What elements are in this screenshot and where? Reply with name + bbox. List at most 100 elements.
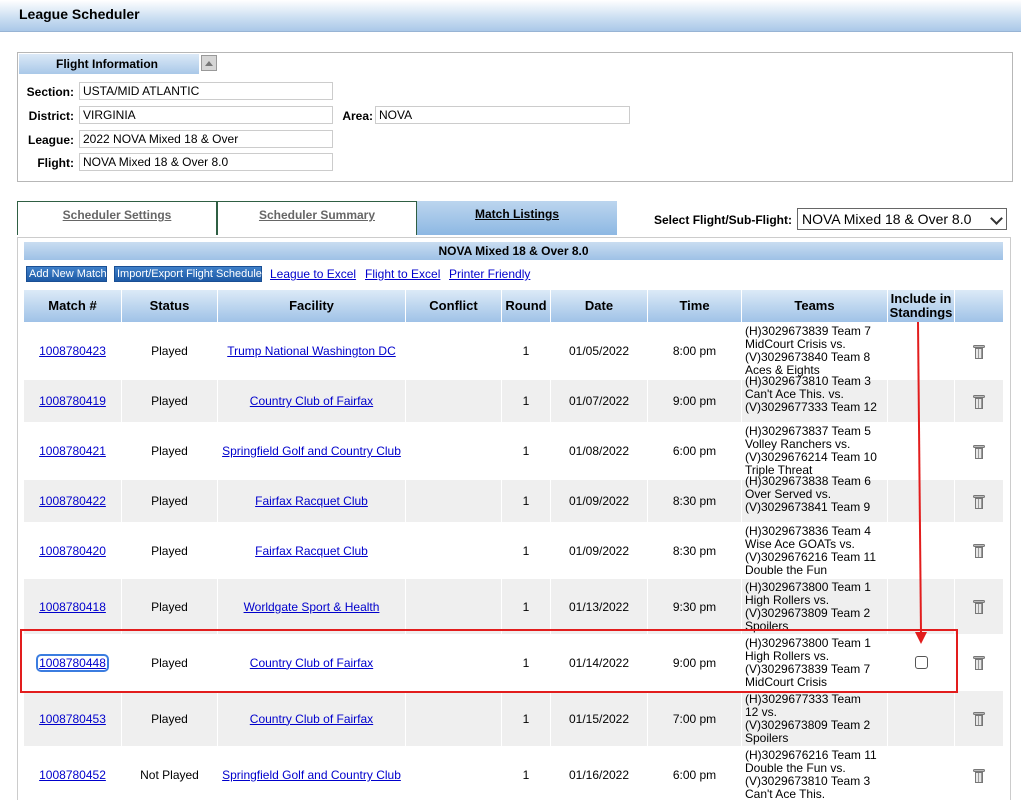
- teams-text: (H)3029673839 Team 7 MidCourt Crisis vs.(…: [745, 325, 871, 377]
- teams-line: (V)3029673809 Team 2: [745, 717, 871, 732]
- date-cell: 01/09/2022: [568, 543, 630, 558]
- import-export-button[interactable]: Import/Export Flight Schedule: [114, 266, 262, 282]
- facility-link[interactable]: Worldgate Sport & Health: [244, 600, 380, 614]
- teams-cell: (H)3029673839 Team 7 MidCourt Crisis vs.(…: [742, 323, 890, 379]
- trash-icon[interactable]: [973, 394, 985, 409]
- trash-icon[interactable]: [973, 599, 985, 614]
- delete-cell: [955, 691, 1003, 746]
- section-label: Section:: [26, 85, 74, 99]
- match-cell: 1008780452: [24, 747, 121, 803]
- league-field[interactable]: 2022 NOVA Mixed 18 & Over: [79, 130, 333, 148]
- trash-icon[interactable]: [973, 543, 985, 558]
- facility-link[interactable]: Fairfax Racquet Club: [255, 544, 368, 558]
- delete-cell: [955, 523, 1003, 578]
- status-cell: Played: [151, 711, 188, 726]
- add-new-match-button[interactable]: Add New Match: [26, 266, 107, 282]
- status-cell: Played: [151, 344, 188, 358]
- facility-cell: Country Club of Fairfax: [218, 380, 405, 422]
- teams-line: (V)3029677333 Team 12: [745, 400, 877, 414]
- flight-select[interactable]: NOVA Mixed 18 & Over 8.0: [797, 208, 1007, 230]
- facility-link[interactable]: Country Club of Fairfax: [250, 712, 373, 726]
- status-cell: Not Played: [140, 768, 199, 782]
- table-row: 1008780452 Not Played Springfield Golf and…: [24, 747, 1003, 803]
- col-header-round[interactable]: Round: [502, 290, 550, 322]
- facility-cell: Springfield Golf and Country Club: [218, 747, 405, 803]
- include-cell: [888, 747, 954, 803]
- flight-information-panel: Flight Information Section: USTA/MID ATL…: [17, 52, 1013, 182]
- match-link[interactable]: 1008780420: [39, 544, 106, 558]
- flight-select-value: NOVA Mixed 18 & Over 8.0: [802, 211, 972, 227]
- trash-icon[interactable]: [973, 711, 985, 726]
- table-row: 1008780423 Played Trump National Washingto…: [24, 323, 1003, 379]
- trash-icon[interactable]: [973, 655, 985, 670]
- teams-cell: (H)3029673810 Team 3 Can't Ace This. vs.(…: [742, 375, 890, 422]
- tab-scheduler-settings-link[interactable]: Scheduler Settings: [63, 208, 172, 222]
- match-link[interactable]: 1008780453: [39, 712, 106, 726]
- page-title: League Scheduler: [19, 6, 140, 22]
- col-header-conflict[interactable]: Conflict: [406, 290, 501, 322]
- match-link[interactable]: 1008780422: [39, 494, 106, 508]
- conflict-cell: [406, 579, 501, 634]
- conflict-cell: [406, 691, 501, 746]
- facility-link[interactable]: Country Club of Fairfax: [250, 394, 373, 408]
- col-header-match[interactable]: Match #: [24, 290, 121, 322]
- match-link[interactable]: 1008780419: [39, 394, 106, 408]
- time-cell: 8:00 pm: [672, 344, 717, 358]
- area-field[interactable]: NOVA: [375, 106, 630, 124]
- col-header-actions: [955, 290, 1003, 322]
- teams-line: (H)3029673800 Team 1: [745, 579, 871, 594]
- conflict-cell: [406, 480, 501, 522]
- match-cell: 1008780421: [24, 423, 121, 479]
- facility-link[interactable]: Springfield Golf and Country Club: [222, 768, 401, 782]
- col-header-time[interactable]: Time: [648, 290, 741, 322]
- teams-text: (H)3029673800 Team 1 High Rollers vs. (V)3…: [745, 579, 871, 633]
- area-label: Area:: [342, 109, 373, 123]
- col-header-facility[interactable]: Facility: [218, 290, 405, 322]
- round-cell: 1: [522, 494, 530, 508]
- col-header-teams[interactable]: Teams: [742, 290, 887, 322]
- printer-friendly-link[interactable]: Printer Friendly: [449, 267, 530, 281]
- league-to-excel-link[interactable]: League to Excel: [270, 267, 356, 281]
- teams-text: (H)3029673837 Team 5 Volley Ranchers vs.(…: [745, 425, 877, 477]
- table-row: 1008780418 Played Worldgate Sport & Health…: [24, 579, 1003, 634]
- collapse-icon[interactable]: [201, 55, 217, 71]
- trash-icon[interactable]: [973, 768, 985, 783]
- tab-scheduler-settings[interactable]: Scheduler Settings: [17, 201, 217, 235]
- conflict-cell: [406, 423, 501, 479]
- facility-link[interactable]: Springfield Golf and Country Club: [222, 444, 401, 458]
- section-field[interactable]: USTA/MID ATLANTIC: [79, 82, 333, 100]
- time-cell: 7:00 pm: [672, 711, 717, 726]
- col-header-date[interactable]: Date: [551, 290, 647, 322]
- district-label: District:: [28, 109, 74, 123]
- match-link[interactable]: 1008780418: [39, 600, 106, 614]
- trash-icon[interactable]: [973, 344, 985, 359]
- tab-scheduler-summary[interactable]: Scheduler Summary: [217, 201, 417, 235]
- flight-field[interactable]: NOVA Mixed 18 & Over 8.0: [79, 153, 333, 171]
- facility-link[interactable]: Fairfax Racquet Club: [255, 494, 368, 508]
- teams-line: 12 vs.: [745, 704, 778, 719]
- delete-cell: [955, 579, 1003, 634]
- date-cell: 01/15/2022: [568, 711, 630, 726]
- match-link[interactable]: 1008780421: [39, 444, 106, 458]
- match-link[interactable]: 1008780452: [39, 768, 106, 782]
- match-link[interactable]: 1008780423: [39, 344, 106, 358]
- teams-line: (V)3029676216 Team 11: [745, 549, 876, 564]
- time-cell: 8:30 pm: [672, 543, 717, 558]
- teams-text: (H)3029677333 Team 12 vs. (V)3029673809 Te…: [745, 692, 871, 745]
- round-cell: 1: [522, 394, 530, 408]
- conflict-cell: [406, 523, 501, 578]
- trash-icon[interactable]: [973, 494, 985, 509]
- status-cell: Played: [151, 599, 188, 614]
- teams-cell: (H)3029673838 Team 6 Over Served vs. (V)30…: [742, 475, 890, 522]
- teams-line: (V)3029673841 Team 9: [745, 500, 871, 514]
- tab-scheduler-summary-link[interactable]: Scheduler Summary: [259, 208, 375, 222]
- col-header-include[interactable]: Include in Standings: [888, 290, 954, 322]
- teams-line: (V)3029673809 Team 2: [745, 605, 871, 620]
- trash-icon[interactable]: [973, 444, 985, 459]
- tab-match-listings[interactable]: Match Listings: [417, 201, 617, 235]
- tab-match-listings-link[interactable]: Match Listings: [475, 207, 559, 221]
- district-field[interactable]: VIRGINIA: [79, 106, 333, 124]
- flight-to-excel-link[interactable]: Flight to Excel: [365, 267, 440, 281]
- facility-link[interactable]: Trump National Washington DC: [227, 344, 396, 358]
- col-header-status[interactable]: Status: [122, 290, 217, 322]
